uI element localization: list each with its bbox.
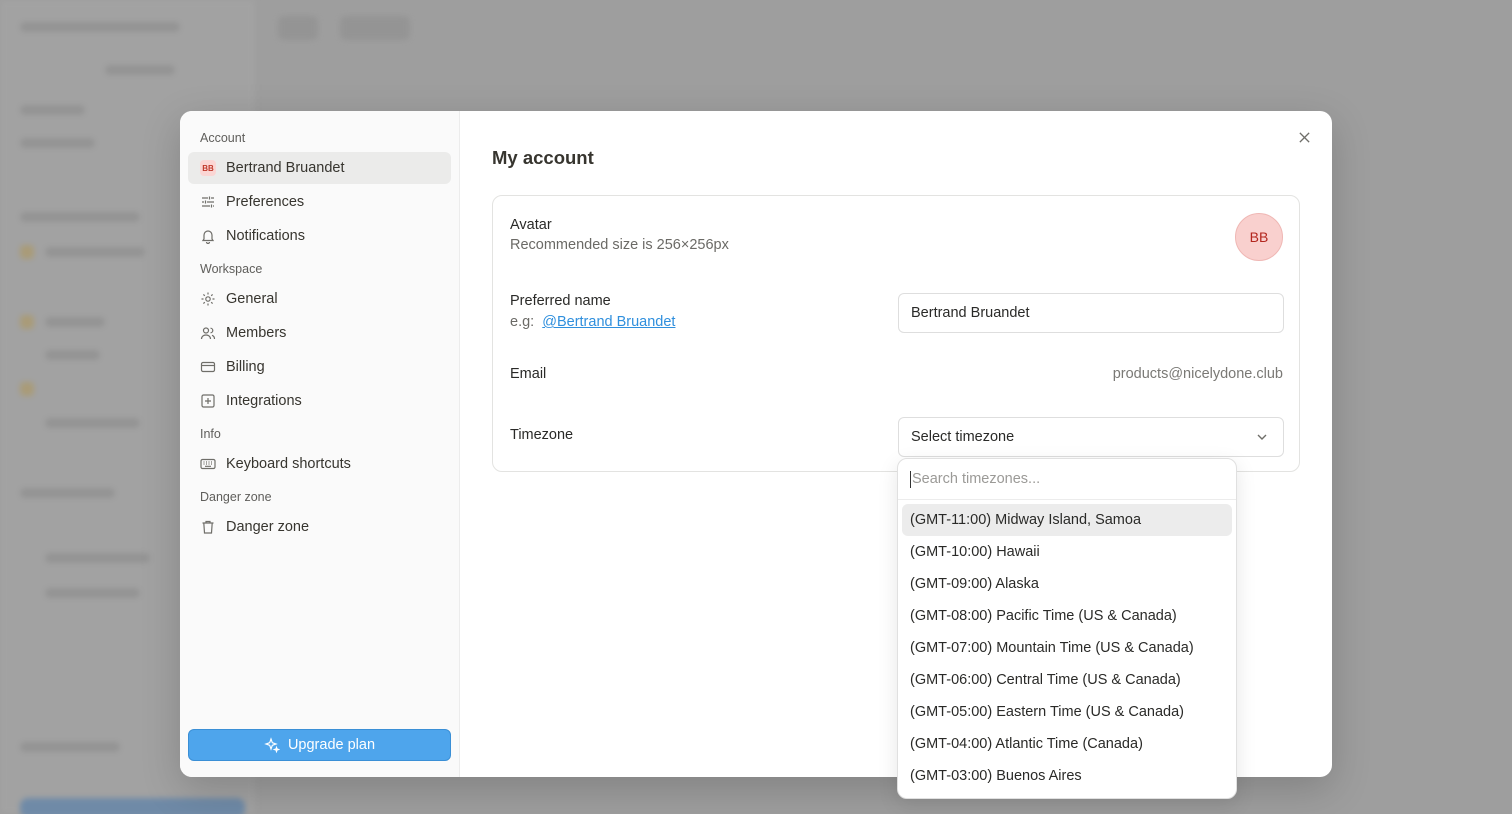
timezone-option[interactable]: (GMT-08:00) Pacific Time (US & Canada) (902, 600, 1232, 632)
gear-icon (200, 291, 216, 307)
timezone-option[interactable]: (GMT-07:00) Mountain Time (US & Canada) (902, 632, 1232, 664)
sidebar-item-label: Notifications (226, 228, 305, 244)
email-label: Email (510, 366, 547, 382)
timezone-select-value: Select timezone (911, 429, 1015, 445)
sidebar-item-label: Preferences (226, 194, 305, 210)
upgrade-plan-button[interactable]: Upgrade plan (188, 729, 451, 761)
background-button (340, 16, 410, 40)
user-avatar-icon: BB (200, 160, 216, 176)
section-label-account: Account (200, 131, 246, 145)
background-line (45, 418, 140, 428)
sidebar-item-label: Integrations (226, 393, 302, 409)
timezone-option[interactable]: (GMT-06:00) Central Time (US & Canada) (902, 664, 1232, 696)
sidebar-item-integrations[interactable]: Integrations (188, 385, 451, 417)
timezone-option[interactable]: (GMT-10:00) Hawaii (902, 536, 1232, 568)
plus-square-icon (200, 393, 216, 409)
avatar-hint: Recommended size is 256×256px (510, 237, 729, 253)
sidebar-item-label: Billing (226, 359, 265, 375)
email-value: products@nicelydone.club (1112, 366, 1283, 382)
close-button[interactable] (1294, 127, 1314, 147)
upgrade-plan-label: Upgrade plan (287, 737, 376, 753)
background-line (20, 488, 115, 498)
trash-icon (200, 519, 216, 535)
timezone-label: Timezone (510, 427, 574, 443)
sidebar-item-billing[interactable]: Billing (188, 351, 451, 383)
bell-icon (200, 228, 216, 244)
background-line (20, 138, 95, 148)
background-line (20, 105, 85, 115)
background-line (20, 742, 120, 752)
background-line (105, 65, 175, 75)
timezone-search-input[interactable] (912, 471, 1224, 487)
settings-sidebar: Account BB Bertrand Bruandet Preferences… (180, 111, 460, 777)
timezone-option[interactable]: (GMT-05:00) Eastern Time (US & Canada) (902, 696, 1232, 728)
credit-card-icon (200, 359, 216, 375)
background-line (45, 553, 150, 563)
sidebar-item-label: General (226, 291, 278, 307)
text-caret (910, 470, 911, 488)
background-line (45, 247, 145, 257)
avatar-label: Avatar (510, 217, 552, 233)
sidebar-item-notifications[interactable]: Notifications (188, 220, 451, 252)
sidebar-item-members[interactable]: Members (188, 317, 451, 349)
keyboard-icon (200, 456, 216, 472)
sliders-icon (200, 194, 216, 210)
sidebar-item-label: Bertrand Bruandet (226, 160, 345, 176)
timezone-option[interactable]: (GMT-03:00) Buenos Aires (902, 760, 1232, 792)
background-line (45, 317, 105, 327)
example-handle-link[interactable]: @Bertrand Bruandet (542, 314, 675, 330)
avatar[interactable]: BB (1235, 213, 1283, 261)
background-line (20, 22, 180, 32)
sidebar-item-label: Members (226, 325, 287, 341)
sidebar-item-user[interactable]: BB Bertrand Bruandet (188, 152, 451, 184)
sparkle-icon (264, 737, 280, 753)
mini-avatar: BB (200, 160, 216, 176)
background-line (20, 212, 140, 222)
section-label-danger: Danger zone (200, 490, 272, 504)
sidebar-item-keyboard-shortcuts[interactable]: Keyboard shortcuts (188, 448, 451, 480)
users-icon (200, 325, 216, 341)
page-title: My account (492, 147, 594, 168)
timezone-dropdown: (GMT-11:00) Midway Island, Samoa (GMT-10… (897, 458, 1237, 799)
background-bluebar (20, 798, 245, 814)
timezone-options: (GMT-11:00) Midway Island, Samoa (GMT-10… (898, 500, 1236, 796)
timezone-option[interactable]: (GMT-09:00) Alaska (902, 568, 1232, 600)
preferred-name-label: Preferred name (510, 293, 611, 309)
chevron-down-icon (1257, 434, 1267, 440)
background-line (45, 588, 140, 598)
timezone-option[interactable]: (GMT-04:00) Atlantic Time (Canada) (902, 728, 1232, 760)
background-dot (20, 382, 34, 396)
account-card: Avatar Recommended size is 256×256px BB … (492, 195, 1300, 472)
section-label-info: Info (200, 427, 221, 441)
section-label-workspace: Workspace (200, 262, 263, 276)
timezone-select[interactable]: Select timezone (898, 417, 1284, 457)
preferred-name-example: e.g: @Bertrand Bruandet (510, 314, 675, 330)
sidebar-item-general[interactable]: General (188, 283, 451, 315)
example-prefix: e.g: (510, 314, 535, 330)
sidebar-item-label: Danger zone (226, 519, 310, 535)
background-line (45, 350, 100, 360)
sidebar-item-preferences[interactable]: Preferences (188, 186, 451, 218)
sidebar-item-danger-zone[interactable]: Danger zone (188, 511, 451, 543)
timezone-search (898, 459, 1236, 500)
preferred-name-input[interactable]: Bertrand Bruandet (898, 293, 1284, 333)
timezone-option[interactable]: (GMT-11:00) Midway Island, Samoa (902, 504, 1232, 536)
sidebar-item-label: Keyboard shortcuts (226, 456, 351, 472)
background-dot (20, 315, 34, 329)
close-icon (1298, 131, 1310, 143)
background-dot (20, 245, 34, 259)
background-button (278, 16, 318, 40)
